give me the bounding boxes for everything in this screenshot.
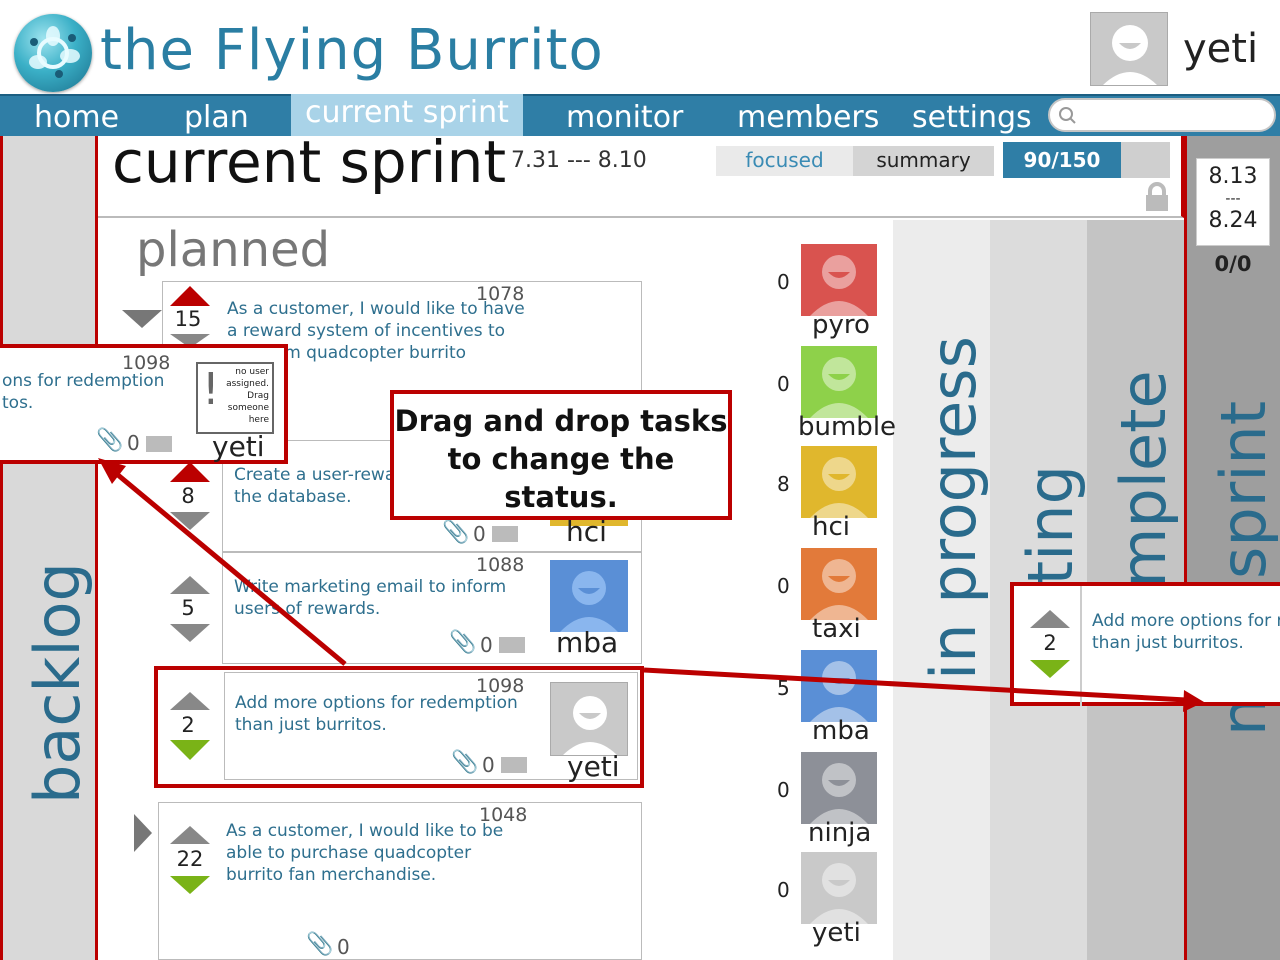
callout-line2: to change the: [447, 442, 675, 476]
callout-line3: status.: [504, 480, 618, 514]
drag-arrow-to-next: [643, 667, 1187, 703]
drag-arrow-to-backlog: [110, 468, 347, 666]
arrow-head-icon: [1183, 690, 1204, 712]
callout-line1: Drag and drop tasks: [394, 404, 728, 438]
instruction-callout: Drag and drop tasks to change the status…: [390, 390, 732, 520]
